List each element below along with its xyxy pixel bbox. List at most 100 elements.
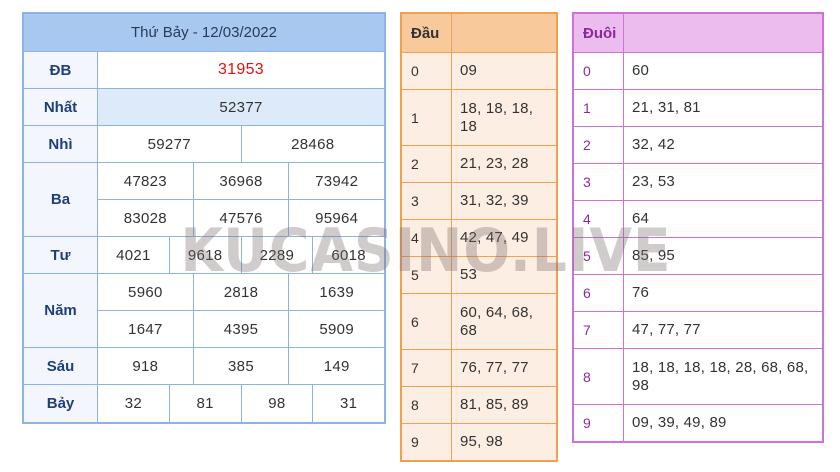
prize-number: 4021	[116, 246, 151, 264]
prize-label: Năm	[24, 274, 98, 347]
head-digit-digit: 6	[402, 294, 452, 349]
prize-values: 4021 9618 2289 6018	[98, 237, 384, 273]
prize-label: Nhất	[24, 89, 98, 125]
prize-values: 32 81 98 31	[98, 385, 384, 422]
tail-digit-numbers: 64	[632, 210, 650, 227]
head-digit-digit: 1	[402, 90, 452, 145]
head-digit-numbers: 81, 85, 89	[460, 396, 529, 413]
prize-number: 83028	[123, 209, 167, 227]
tail-digit-numbers: 32, 42	[632, 136, 675, 153]
prize-label: ĐB	[24, 52, 98, 88]
head-digit-header-label: Đầu	[402, 14, 452, 52]
prize-line: 32 81 98 31	[98, 385, 384, 422]
prize-number: 2289	[240, 237, 313, 273]
tail-digit-numbers: 76	[632, 284, 650, 301]
tail-digit-digit: 2	[574, 127, 624, 163]
prize-label: Nhì	[24, 126, 98, 162]
tail-digit-numbers: 47, 77, 77	[632, 321, 701, 338]
tail-digit-header-label: Đuôi	[574, 14, 624, 52]
prize-line: 47823 36968 73942	[98, 163, 384, 199]
tail-digit-numbers: 09, 39, 49, 89	[632, 414, 727, 431]
prize-number: 73942	[288, 163, 384, 199]
head-digit-digit: 9	[402, 424, 452, 460]
tail-digit-body: 0 60 1 21, 31, 81 2 32, 42 3 23, 53 4 64 5 85, 95 6 7…	[574, 52, 822, 441]
head-digit-numbers: 18, 18, 18, 18	[460, 99, 534, 135]
prize-values: 918 385 149	[98, 348, 384, 384]
head-digit-numbers: 09	[460, 62, 478, 79]
prize-number: 98	[240, 385, 313, 422]
prize-line: 52377	[98, 89, 384, 125]
head-digit-row: 6 60, 64, 68, 68	[402, 293, 556, 349]
prize-values: 47823 36968 73942 83028 47576 95964	[98, 163, 384, 236]
tail-digit-numbers: 23, 53	[632, 173, 675, 190]
prize-number: 1639	[288, 274, 384, 310]
prize-number: 5909	[288, 311, 384, 347]
result-table: Thứ Bảy - 12/03/2022 ĐB 31953 Nhất 52377 Nhì…	[22, 12, 386, 424]
tail-digit-numbers: 85, 95	[632, 247, 675, 264]
head-digit-numbers: 76, 77, 77	[460, 359, 529, 376]
head-digit-row: 8 81, 85, 89	[402, 386, 556, 423]
prize-number: 59277	[147, 135, 191, 153]
tail-digit-row: 3 23, 53	[574, 163, 822, 200]
prize-label: Sáu	[24, 348, 98, 384]
prize-number: 6018	[312, 237, 384, 273]
head-digit-digit: 4	[402, 220, 452, 256]
head-digit-row: 9 95, 98	[402, 423, 556, 460]
prize-values: 31953	[98, 52, 384, 88]
tail-digit-header: Đuôi	[574, 14, 822, 52]
head-digit-row: 7 76, 77, 77	[402, 349, 556, 386]
prize-label: Ba	[24, 163, 98, 236]
head-digit-header: Đầu	[402, 14, 556, 52]
prize-number: 149	[288, 348, 384, 384]
head-digit-digit: 7	[402, 350, 452, 386]
tail-digit-digit: 9	[574, 405, 624, 441]
tail-digit-row: 2 32, 42	[574, 126, 822, 163]
prize-number: 47576	[192, 200, 289, 236]
prize-line: 83028 47576 95964	[98, 199, 384, 236]
tail-digit-row: 6 76	[574, 274, 822, 311]
head-digit-row: 1 18, 18, 18, 18	[402, 89, 556, 145]
tail-digit-row: 0 60	[574, 52, 822, 89]
head-digit-digit: 8	[402, 387, 452, 423]
tail-digit-digit: 0	[574, 53, 624, 89]
tail-digit-digit: 1	[574, 90, 624, 126]
head-digit-numbers: 21, 23, 28	[460, 155, 529, 172]
prize-number: 47823	[123, 172, 167, 190]
tail-digit-digit: 5	[574, 238, 624, 274]
head-digit-digit: 5	[402, 257, 452, 293]
prize-number: 31	[312, 385, 384, 422]
prize-row: Năm 5960 2818 1639 1647 4395 5909	[24, 274, 384, 348]
head-digit-digit: 2	[402, 146, 452, 182]
prize-number: 52377	[98, 89, 384, 125]
prize-number: 28468	[240, 126, 385, 162]
head-digit-row: 0 09	[402, 52, 556, 89]
prize-line: 59277 28468	[98, 126, 384, 162]
head-digit-row: 5 53	[402, 256, 556, 293]
head-digit-numbers: 42, 47, 49	[460, 229, 529, 246]
prize-line: 4021 9618 2289 6018	[98, 237, 384, 273]
result-table-body: ĐB 31953 Nhất 52377 Nhì 59277 28468 Ba 47823 3696…	[24, 52, 384, 422]
tail-digit-digit: 3	[574, 164, 624, 200]
prize-line: 918 385 149	[98, 348, 384, 384]
prize-number: 5960	[128, 283, 163, 301]
prize-line: 5960 2818 1639	[98, 274, 384, 310]
prize-label: Bảy	[24, 385, 98, 422]
prize-number: 81	[168, 385, 241, 422]
prize-values: 59277 28468	[98, 126, 384, 162]
prize-number: 32	[124, 395, 143, 412]
prize-row: Ba 47823 36968 73942 83028 47576 95964	[24, 163, 384, 237]
prize-number: 31953	[218, 61, 264, 78]
prize-line: 31953	[98, 52, 384, 88]
head-digit-numbers: 95, 98	[460, 433, 503, 450]
head-digit-numbers: 31, 32, 39	[460, 192, 529, 209]
tail-digit-row: 4 64	[574, 200, 822, 237]
prize-row: Tư 4021 9618 2289 6018	[24, 237, 384, 274]
tail-digit-header-blank	[624, 14, 822, 52]
head-digit-row: 2 21, 23, 28	[402, 145, 556, 182]
prize-number: 36968	[192, 163, 289, 199]
prize-line: 1647 4395 5909	[98, 310, 384, 347]
prize-number: 1647	[128, 320, 163, 338]
head-digit-row: 4 42, 47, 49	[402, 219, 556, 256]
head-digit-numbers: 53	[460, 266, 478, 283]
prize-row: Bảy 32 81 98 31	[24, 385, 384, 422]
